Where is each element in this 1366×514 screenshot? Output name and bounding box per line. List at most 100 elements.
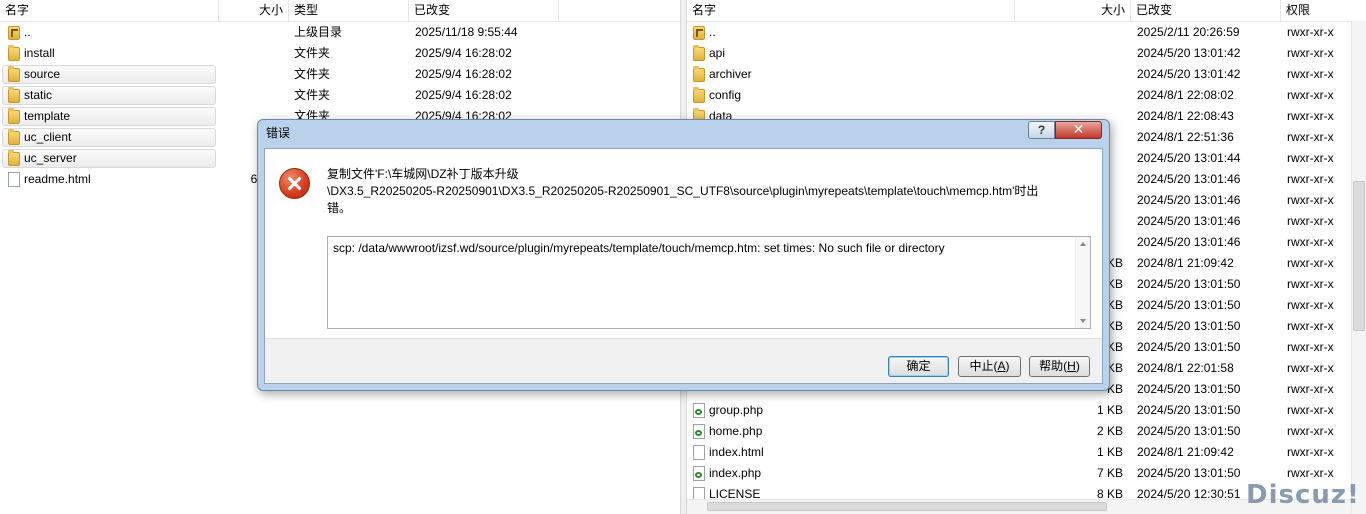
- local-list-header: 名字 大小 类型 已改变: [0, 0, 680, 22]
- file-permissions: rwxr-xr-x: [1287, 67, 1334, 81]
- error-message-line: 错。: [327, 201, 352, 215]
- file-name: archiver: [709, 67, 752, 81]
- file-type: 文件夹: [294, 46, 331, 60]
- title-close-button[interactable]: ✕: [1055, 121, 1102, 139]
- file-size: [219, 64, 264, 85]
- remote-col-header-permissions[interactable]: 权限: [1281, 0, 1366, 21]
- col-header-name[interactable]: 名字: [0, 0, 219, 21]
- error-dialog: 错误 ? ✕ 复制文件'F:\车城网\DZ补丁版本升级 \DX3.5_R2025…: [257, 119, 1110, 391]
- title-help-button[interactable]: ?: [1028, 121, 1055, 139]
- file-modified: 2024/5/20 13:01:50: [1137, 298, 1241, 312]
- file-permissions: rwxr-xr-x: [1287, 424, 1334, 438]
- file-modified: 2024/8/1 22:51:36: [1137, 130, 1234, 144]
- scroll-up-icon[interactable]: [1080, 242, 1086, 246]
- file-modified: 2024/5/20 13:01:50: [1137, 277, 1241, 291]
- remote-col-header-modified[interactable]: 已改变: [1131, 0, 1281, 21]
- table-row[interactable]: .. 2025/2/11 20:26:59 rwxr-xr-x: [687, 22, 1366, 43]
- file-permissions: rwxr-xr-x: [1287, 193, 1334, 207]
- help-button[interactable]: 帮助(H): [1029, 356, 1090, 377]
- file-permissions: rwxr-xr-x: [1287, 88, 1334, 102]
- table-row[interactable]: index.html 1 KB 2024/8/1 21:09:42 rwxr-xr-x: [687, 442, 1366, 463]
- table-row[interactable]: home.php 2 KB 2024/5/20 13:01:50 rwxr-xr-x: [687, 421, 1366, 442]
- file-permissions: rwxr-xr-x: [1287, 151, 1334, 165]
- table-row[interactable]: api 2024/5/20 13:01:42 rwxr-xr-x: [687, 43, 1366, 64]
- file-permissions: rwxr-xr-x: [1287, 172, 1334, 186]
- file-name: home.php: [709, 424, 763, 438]
- table-row[interactable]: config 2024/8/1 22:08:02 rwxr-xr-x: [687, 85, 1366, 106]
- file-modified: 2025/9/4 16:28:02: [415, 67, 512, 81]
- file-modified: 2024/8/1 21:09:42: [1137, 256, 1234, 270]
- table-row[interactable]: group.php 1 KB 2024/5/20 13:01:50 rwxr-xr-x: [687, 400, 1366, 421]
- file-name: source: [24, 67, 61, 81]
- col-header-modified[interactable]: 已改变: [409, 0, 559, 21]
- table-row[interactable]: archiver 2024/5/20 13:01:42 rwxr-xr-x: [687, 64, 1366, 85]
- file-permissions: rwxr-xr-x: [1287, 277, 1334, 291]
- error-detail-text: scp: /data/wwwroot/izsf.wd/source/plugin…: [333, 241, 945, 255]
- file-type: 文件夹: [294, 67, 331, 81]
- file-name: ..: [24, 25, 31, 39]
- file-modified: 2024/5/20 13:01:50: [1137, 424, 1241, 438]
- file-modified: 2024/5/20 13:01:46: [1137, 172, 1241, 186]
- file-permissions: rwxr-xr-x: [1287, 403, 1334, 417]
- file-modified: 2024/5/20 13:01:50: [1137, 382, 1241, 396]
- file-permissions: rwxr-xr-x: [1287, 46, 1334, 60]
- file-permissions: rwxr-xr-x: [1287, 340, 1334, 354]
- file-modified: 2024/8/1 22:08:43: [1137, 109, 1234, 123]
- error-icon: [279, 168, 310, 199]
- file-permissions: rwxr-xr-x: [1287, 109, 1334, 123]
- table-row[interactable]: static 文件夹 2025/9/4 16:28:02: [0, 85, 680, 106]
- file-type: 上级目录: [294, 25, 343, 39]
- file-size: [219, 22, 264, 43]
- ok-button[interactable]: 确定: [888, 356, 949, 377]
- file-permissions: rwxr-xr-x: [1287, 25, 1334, 39]
- file-modified: 2024/5/20 13:01:42: [1137, 46, 1241, 60]
- file-modified: 2024/5/20 13:01:42: [1137, 67, 1241, 81]
- table-row[interactable]: .. 上级目录 2025/11/18 9:55:44: [0, 22, 680, 43]
- table-row[interactable]: install 文件夹 2025/9/4 16:28:02: [0, 43, 680, 64]
- file-size: 7 KB: [1096, 466, 1123, 480]
- abort-button[interactable]: 中止(A): [958, 356, 1021, 377]
- file-name: static: [24, 88, 53, 102]
- file-size: [1027, 22, 1123, 43]
- scroll-down-icon[interactable]: [1080, 319, 1086, 323]
- file-name: index.php: [709, 466, 762, 480]
- file-name: uc_client: [24, 130, 72, 144]
- detail-scrollbar[interactable]: [1075, 237, 1090, 328]
- remote-col-header-name[interactable]: 名字: [687, 0, 1015, 21]
- file-modified: 2025/11/18 9:55:44: [415, 25, 518, 39]
- file-modified: 2024/8/1 22:01:58: [1137, 361, 1234, 375]
- remote-vertical-scrollbar[interactable]: [1351, 21, 1366, 514]
- file-modified: 2025/2/11 20:26:59: [1137, 25, 1240, 39]
- file-size: 1 KB: [1096, 445, 1123, 459]
- file-type: 文件夹: [294, 88, 331, 102]
- col-header-type[interactable]: 类型: [289, 0, 409, 21]
- file-permissions: rwxr-xr-x: [1287, 445, 1334, 459]
- dialog-body: 复制文件'F:\车城网\DZ补丁版本升级 \DX3.5_R20250205-R2…: [264, 148, 1103, 384]
- discuz-watermark: Discuz!: [1246, 480, 1360, 510]
- file-permissions: rwxr-xr-x: [1287, 382, 1334, 396]
- file-name: uc_server: [24, 151, 77, 165]
- file-modified: 2025/9/4 16:28:02: [415, 46, 512, 60]
- file-name: install: [24, 46, 55, 60]
- file-name: readme.html: [24, 172, 91, 186]
- file-modified: 2024/5/20 13:01:46: [1137, 193, 1241, 207]
- remote-scroll-thumb[interactable]: [1353, 181, 1365, 331]
- file-modified: 2024/5/20 13:01:50: [1137, 319, 1241, 333]
- file-name: group.php: [709, 403, 764, 417]
- table-row[interactable]: source 文件夹 2025/9/4 16:28:02: [0, 64, 680, 85]
- file-modified: 2024/8/1 22:08:02: [1137, 88, 1234, 102]
- remote-hscroll-thumb[interactable]: [707, 502, 1107, 511]
- file-modified: 2024/5/20 13:01:46: [1137, 235, 1241, 249]
- error-message-line: 复制文件'F:\车城网\DZ补丁版本升级: [327, 167, 519, 181]
- col-header-empty: [559, 0, 680, 21]
- file-permissions: rwxr-xr-x: [1287, 319, 1334, 333]
- col-header-size[interactable]: 大小: [219, 0, 289, 21]
- file-size: 1 KB: [1096, 403, 1123, 417]
- file-modified: 2024/5/20 13:01:44: [1137, 151, 1241, 165]
- file-permissions: rwxr-xr-x: [1287, 130, 1334, 144]
- file-permissions: rwxr-xr-x: [1287, 298, 1334, 312]
- error-detail-textbox[interactable]: scp: /data/wwwroot/izsf.wd/source/plugin…: [327, 236, 1091, 329]
- file-size: [1027, 43, 1123, 64]
- remote-col-header-size[interactable]: 大小: [1015, 0, 1131, 21]
- file-name: config: [709, 88, 742, 102]
